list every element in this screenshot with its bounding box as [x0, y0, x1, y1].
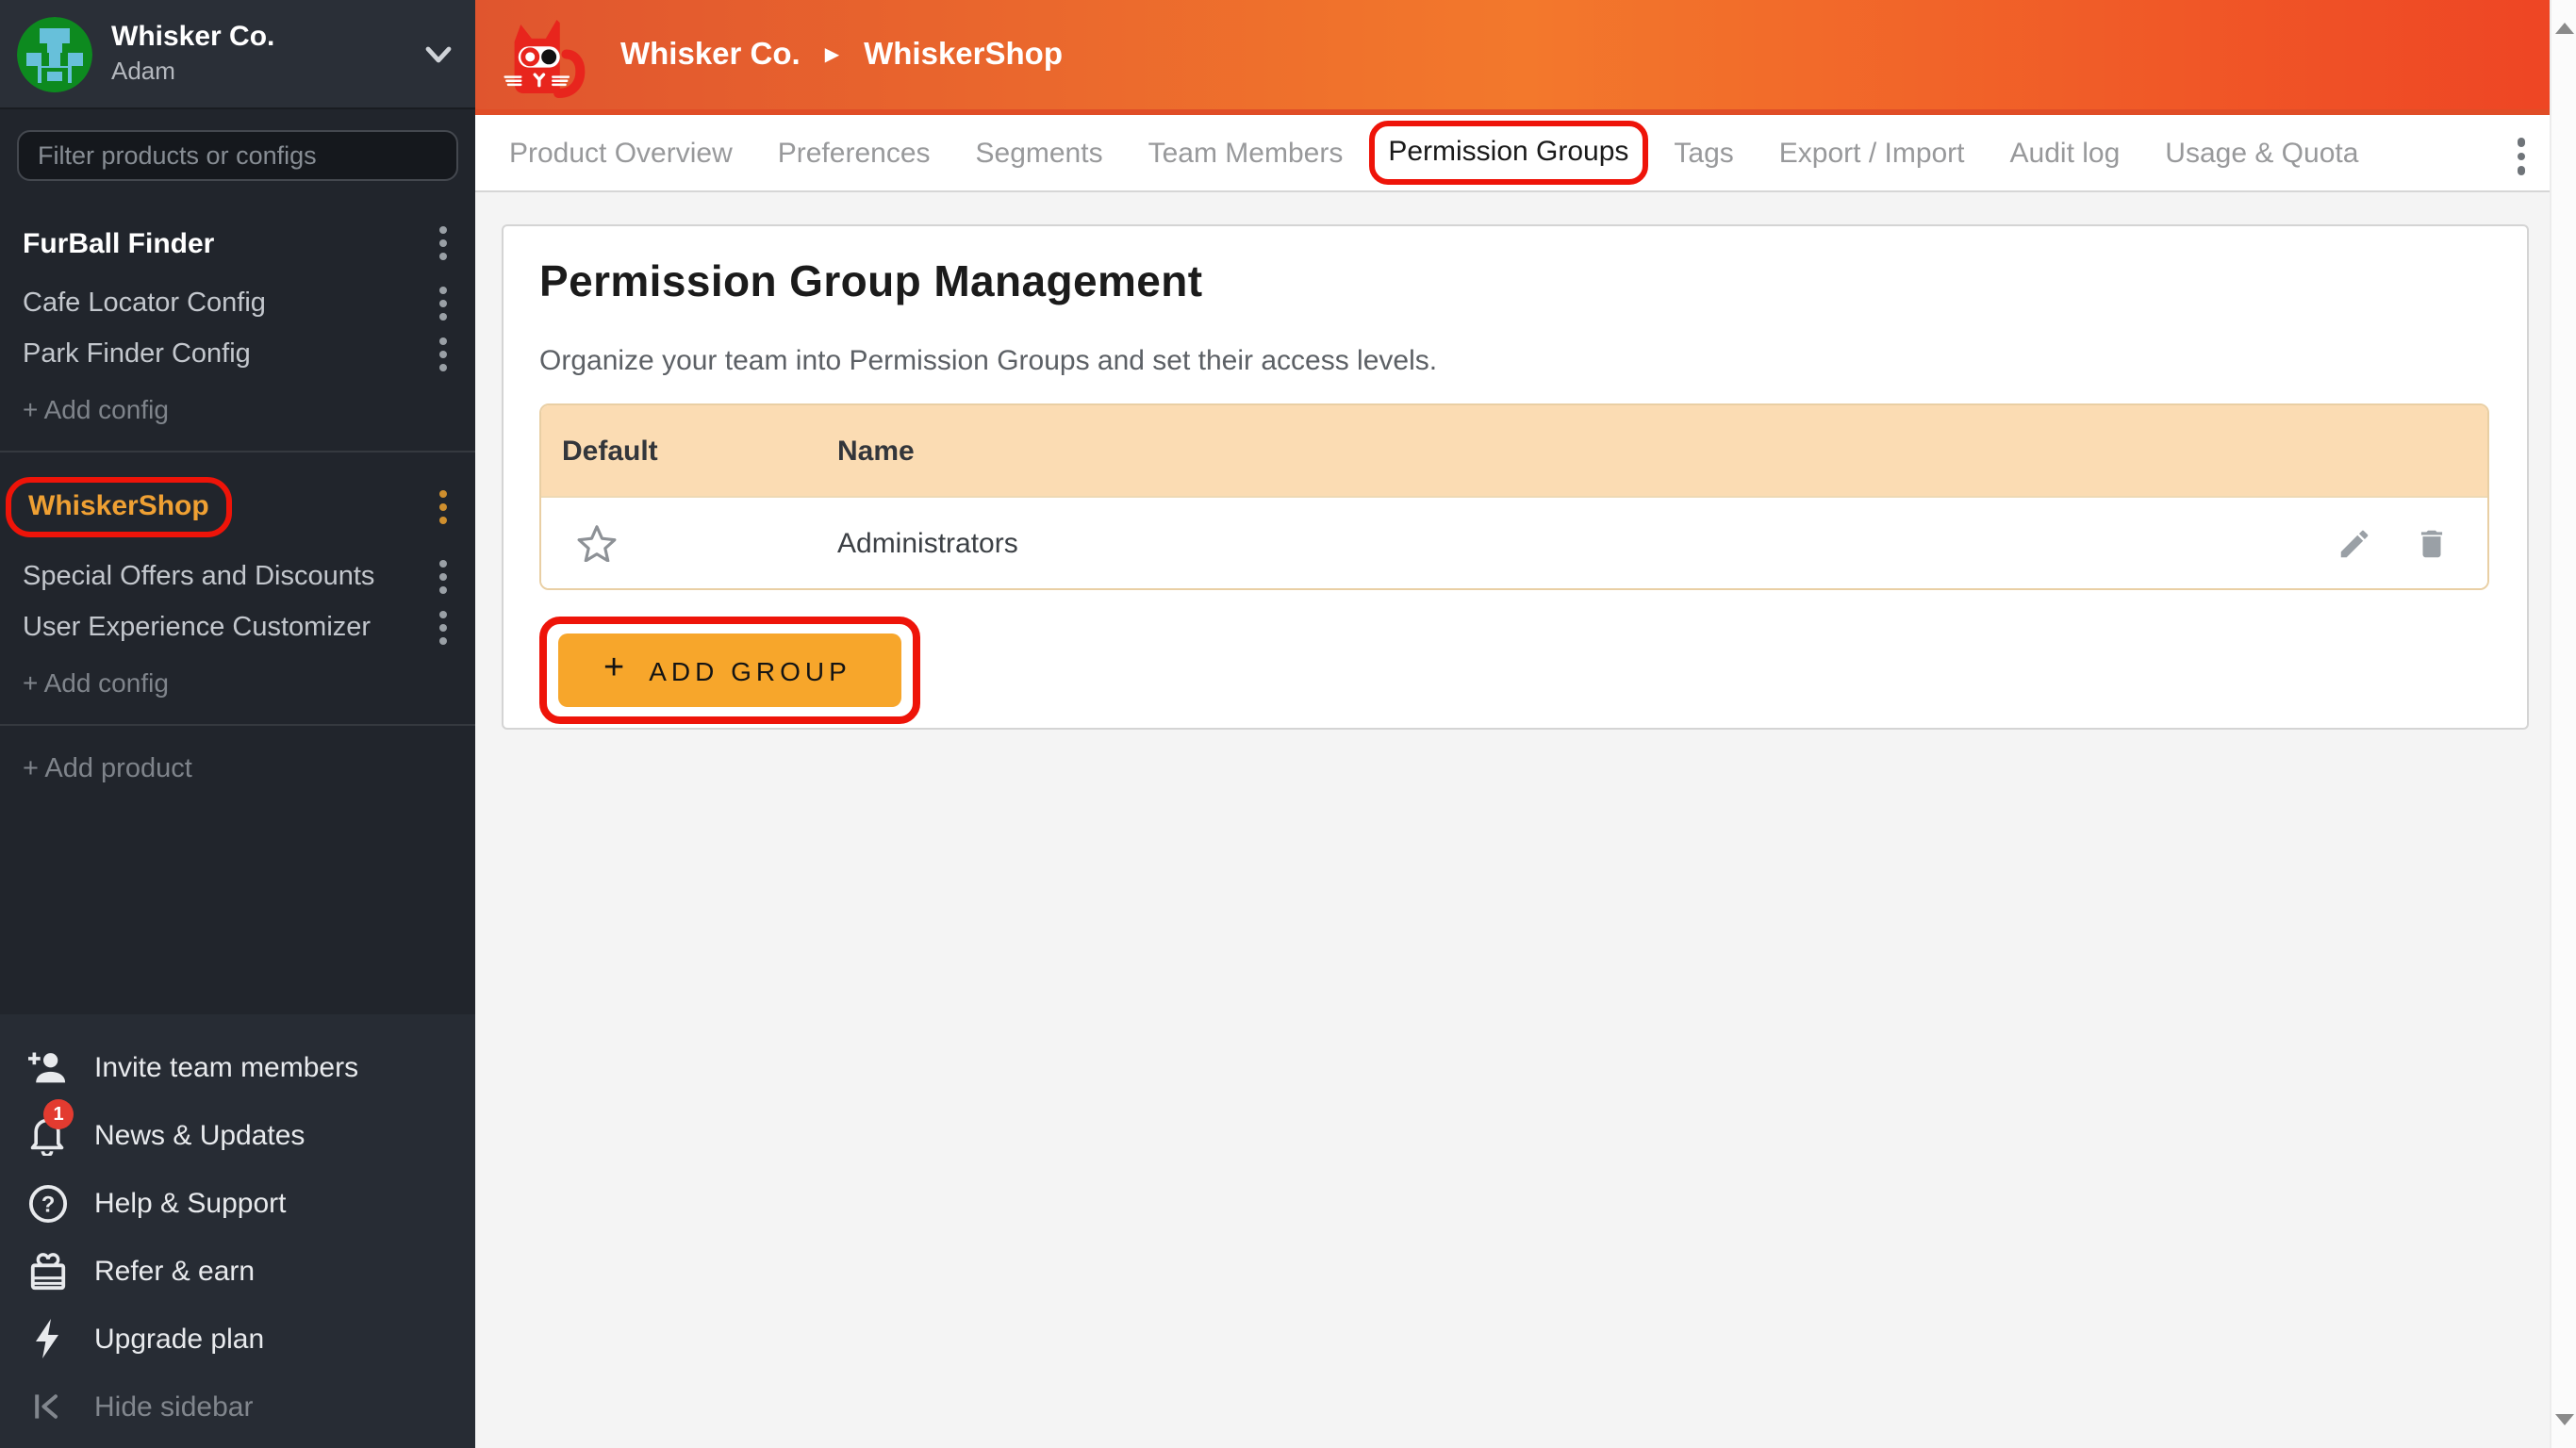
add-config-button[interactable]: + Add config: [23, 393, 169, 423]
star-icon[interactable]: [577, 524, 617, 562]
sidebar-bottom-menu: Invite team members 1 News & Updates ?: [0, 1014, 475, 1448]
delete-icon[interactable]: [2414, 525, 2450, 561]
kebab-icon[interactable]: [436, 604, 451, 650]
menu-item-label: Help & Support: [94, 1187, 286, 1219]
page-description: Organize your team into Permission Group…: [539, 345, 2489, 377]
permission-group-card: Permission Group Management Organize you…: [502, 224, 2529, 730]
product-row-furball-finder: FurBall Finder: [0, 215, 475, 272]
tab-permission-groups[interactable]: Permission Groups: [1388, 136, 1628, 168]
config-park-finder[interactable]: Park Finder Config: [23, 338, 251, 369]
page-title: Permission Group Management: [539, 256, 2489, 307]
column-header-default: Default: [541, 435, 837, 467]
tab-tags[interactable]: Tags: [1674, 137, 1733, 169]
config-row: Special Offers and Discounts: [0, 551, 475, 601]
add-group-button[interactable]: + ADD GROUP: [558, 634, 902, 707]
add-config-row: + Add config: [0, 383, 475, 434]
scroll-up-arrow[interactable]: [2554, 23, 2573, 34]
person-add-icon: [26, 1048, 68, 1086]
breadcrumb-arrow-icon: ▶: [825, 46, 839, 65]
menu-item-label: News & Updates: [94, 1119, 305, 1151]
refer-and-earn[interactable]: Refer & earn: [0, 1237, 475, 1305]
kebab-icon[interactable]: [436, 221, 451, 266]
bolt-icon: [26, 1318, 68, 1359]
annotation-box-permission-groups: Permission Groups: [1369, 121, 1647, 185]
org-name: Whisker Co.: [111, 22, 274, 55]
column-header-name: Name: [837, 435, 2487, 467]
kebab-icon[interactable]: [436, 331, 451, 376]
plus-icon: +: [603, 648, 624, 689]
annotation-box-add-group: + ADD GROUP: [539, 617, 921, 724]
page-scrollbar[interactable]: [2550, 0, 2576, 1448]
edit-icon[interactable]: [2337, 525, 2372, 561]
tab-segments[interactable]: Segments: [976, 137, 1103, 169]
invite-team-members[interactable]: Invite team members: [0, 1033, 475, 1101]
news-and-updates[interactable]: 1 News & Updates: [0, 1101, 475, 1169]
hide-sidebar[interactable]: Hide sidebar: [0, 1373, 475, 1440]
row-actions: [2337, 525, 2487, 561]
product-furball-finder[interactable]: FurBall Finder: [23, 227, 214, 259]
menu-item-label: Upgrade plan: [94, 1323, 264, 1355]
sidebar: Whisker Co. Adam FurBall Finder Cafe Loc…: [0, 0, 475, 1448]
config-user-experience[interactable]: User Experience Customizer: [23, 612, 371, 642]
breadcrumb-org[interactable]: Whisker Co.: [620, 37, 801, 73]
tab-export-import[interactable]: Export / Import: [1779, 137, 1965, 169]
kebab-icon[interactable]: [436, 485, 451, 530]
menu-item-label: Refer & earn: [94, 1255, 255, 1287]
add-group-label: ADD GROUP: [649, 655, 851, 685]
scroll-down-arrow[interactable]: [2554, 1414, 2573, 1425]
config-cafe-locator[interactable]: Cafe Locator Config: [23, 288, 266, 318]
filter-input[interactable]: [17, 130, 458, 181]
table-row: Administrators: [541, 496, 2487, 588]
tab-overflow-kebab-icon[interactable]: [2513, 132, 2529, 180]
tab-bar: Product Overview Preferences Segments Te…: [475, 115, 2576, 192]
tab-audit-log[interactable]: Audit log: [2010, 137, 2121, 169]
divider: [0, 724, 475, 726]
kebab-icon[interactable]: [436, 280, 451, 325]
menu-item-label: Invite team members: [94, 1051, 358, 1083]
config-row: Cafe Locator Config: [0, 277, 475, 328]
upgrade-plan[interactable]: Upgrade plan: [0, 1305, 475, 1373]
config-row: User Experience Customizer: [0, 601, 475, 652]
permission-groups-table: Default Name Administrators: [539, 403, 2489, 590]
add-product-row: + Add product: [0, 743, 475, 794]
chevron-down-icon: [424, 44, 453, 63]
tab-preferences[interactable]: Preferences: [778, 137, 931, 169]
tab-usage-quota[interactable]: Usage & Quota: [2165, 137, 2358, 169]
main-area: Whisker Co. ▶ WhiskerShop Product Overvi…: [475, 0, 2576, 1448]
bell-icon: 1: [26, 1114, 68, 1156]
account-switcher[interactable]: Whisker Co. Adam: [0, 0, 475, 109]
collapse-icon: [26, 1390, 68, 1423]
breadcrumb-product[interactable]: WhiskerShop: [864, 37, 1063, 73]
help-icon: ?: [26, 1183, 68, 1223]
notification-badge: 1: [43, 1099, 74, 1129]
table-header-row: Default Name: [541, 405, 2487, 496]
top-header: Whisker Co. ▶ WhiskerShop: [475, 0, 2576, 115]
app-logo: [502, 15, 588, 98]
help-and-support[interactable]: ? Help & Support: [0, 1169, 475, 1237]
svg-text:?: ?: [41, 1192, 55, 1217]
kebab-icon[interactable]: [436, 553, 451, 599]
gift-icon: [26, 1251, 68, 1291]
product-list: FurBall Finder Cafe Locator Config Park …: [0, 192, 475, 1014]
tab-product-overview[interactable]: Product Overview: [509, 137, 733, 169]
divider: [0, 451, 475, 452]
user-name: Adam: [111, 58, 274, 86]
tab-team-members[interactable]: Team Members: [1148, 137, 1344, 169]
breadcrumb: Whisker Co. ▶ WhiskerShop: [620, 37, 1063, 73]
app-window: Whisker Co. Adam FurBall Finder Cafe Loc…: [0, 0, 2576, 1448]
add-product-button[interactable]: + Add product: [23, 753, 192, 783]
menu-item-label: Hide sidebar: [94, 1390, 253, 1423]
config-row: Park Finder Config: [0, 328, 475, 379]
product-row-whiskershop: WhiskerShop: [0, 469, 475, 545]
filter-wrap: [0, 109, 475, 192]
config-special-offers[interactable]: Special Offers and Discounts: [23, 561, 374, 591]
add-config-button[interactable]: + Add config: [23, 666, 169, 697]
add-config-row: + Add config: [0, 656, 475, 707]
content-area: Permission Group Management Organize you…: [475, 192, 2576, 1448]
group-name: Administrators: [837, 527, 2337, 559]
product-whiskershop[interactable]: WhiskerShop: [28, 490, 209, 522]
annotation-box-whiskershop: WhiskerShop: [6, 477, 232, 537]
avatar: [17, 16, 92, 91]
